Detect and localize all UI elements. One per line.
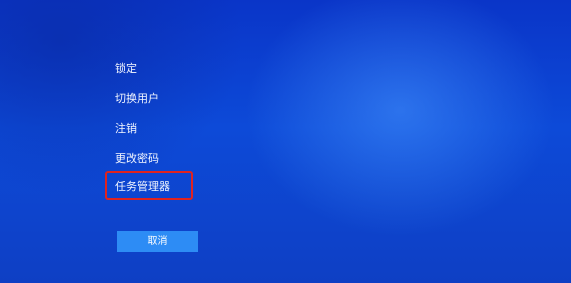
menu-item-change-password[interactable]: 更改密码 [115, 152, 159, 166]
task-manager-highlight-box [105, 171, 193, 200]
menu-item-switch-user[interactable]: 切换用户 [115, 92, 159, 106]
menu-item-lock[interactable]: 锁定 [115, 62, 137, 76]
secure-attention-screen: 锁定 切换用户 注销 更改密码 任务管理器 取消 [0, 0, 571, 283]
menu-item-sign-out[interactable]: 注销 [115, 122, 137, 136]
cancel-button[interactable]: 取消 [117, 231, 198, 252]
